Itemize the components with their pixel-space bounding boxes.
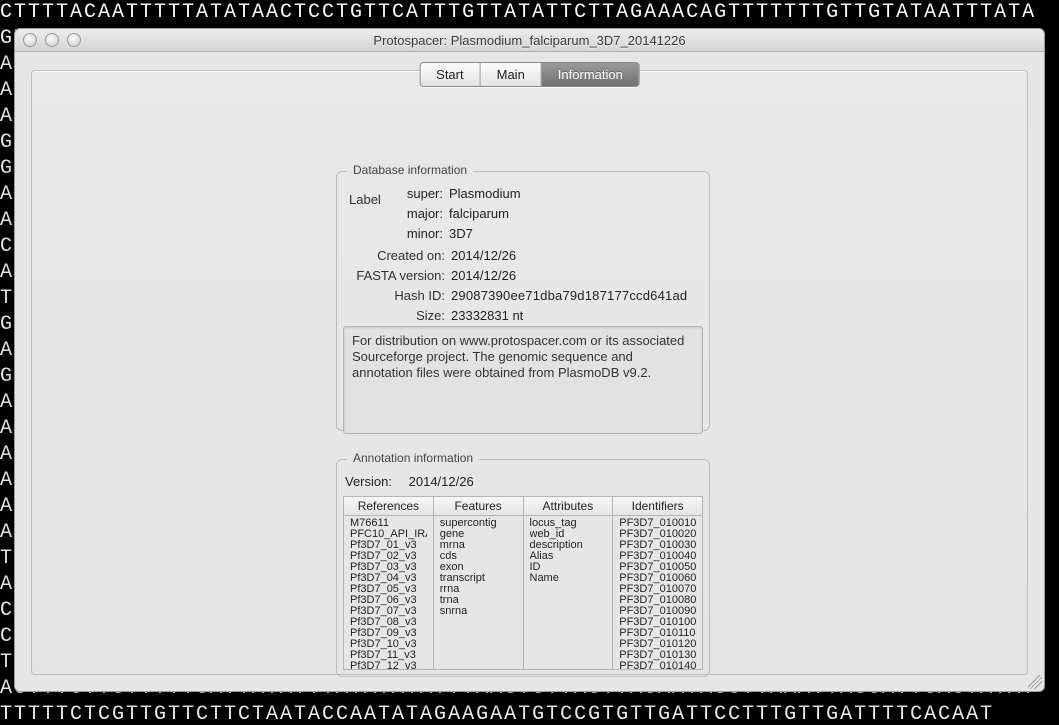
list-item[interactable]: transcript (440, 573, 517, 584)
window-titlebar[interactable]: Protospacer: Plasmodium_falciparum_3D7_2… (15, 29, 1044, 52)
list-item[interactable]: Pf3D7_09_v3 (350, 628, 427, 639)
list-item[interactable]: Name (530, 573, 607, 584)
created-key: Created on: (337, 248, 451, 263)
col-identifiers[interactable]: Identifiers PF3D7_0100100PF3D7_0100200PF… (613, 497, 702, 669)
super-value: Plasmodium (449, 186, 521, 201)
minor-value: 3D7 (449, 226, 521, 241)
close-icon[interactable] (23, 33, 37, 47)
list-item[interactable]: snrna (440, 606, 517, 617)
major-key: major: (391, 206, 449, 221)
list-item[interactable]: PF3D7_0100900 (619, 606, 696, 617)
head-references[interactable]: References (344, 497, 433, 516)
minimize-icon[interactable] (45, 33, 59, 47)
list-item[interactable]: Pf3D7_04_v3 (350, 573, 427, 584)
minor-key: minor: (391, 226, 449, 241)
window-title: Protospacer: Plasmodium_falciparum_3D7_2… (373, 33, 685, 48)
list-item[interactable]: PF3D7_0100500 (619, 562, 696, 573)
head-identifiers[interactable]: Identifiers (613, 497, 702, 516)
list-item[interactable]: Pf3D7_10_v3 (350, 639, 427, 650)
list-item[interactable]: Pf3D7_06_v3 (350, 595, 427, 606)
col-references[interactable]: References M76611PFC10_API_IRABPf3D7_01_… (344, 497, 434, 669)
list-item[interactable]: PF3D7_0100200 (619, 529, 696, 540)
list-item[interactable]: mrna (440, 540, 517, 551)
list-item[interactable]: PF3D7_0100600 (619, 573, 696, 584)
annotation-table: References M76611PFC10_API_IRABPf3D7_01_… (343, 496, 703, 670)
label-sublist: super:Plasmodium major:falciparum minor:… (391, 186, 521, 246)
fasta-key: FASTA version: (337, 268, 451, 283)
size-key: Size: (337, 308, 451, 323)
head-features[interactable]: Features (434, 497, 523, 516)
list-item[interactable]: supercontig (440, 518, 517, 529)
list-item[interactable]: trna (440, 595, 517, 606)
major-value: falciparum (449, 206, 521, 221)
database-description[interactable]: For distribution on www.protospacer.com … (343, 326, 703, 434)
tab-main[interactable]: Main (481, 63, 542, 86)
tab-strip: Start Main Information (419, 62, 640, 87)
tab-information[interactable]: Information (542, 63, 639, 86)
list-item[interactable]: Pf3D7_08_v3 (350, 617, 427, 628)
list-item[interactable]: PF3D7_0100400 (619, 551, 696, 562)
created-value: 2014/12/26 (451, 248, 697, 263)
list-item[interactable]: rrna (440, 584, 517, 595)
list-item[interactable]: web_id (530, 529, 607, 540)
annotation-info-legend: Annotation information (347, 451, 479, 465)
list-item[interactable]: Pf3D7_07_v3 (350, 606, 427, 617)
list-item[interactable]: M76611 (350, 518, 427, 529)
database-info-legend: Database information (347, 163, 473, 177)
anno-version-value: 2014/12/26 (409, 474, 474, 489)
database-info-group: Database information Label super:Plasmod… (336, 171, 710, 431)
fasta-value: 2014/12/26 (451, 268, 697, 283)
list-item[interactable]: ID (530, 562, 607, 573)
hash-value: 29087390ee71dba79d187177ccd641ad (451, 288, 697, 303)
window-content: Start Main Information Database informat… (15, 52, 1044, 691)
resize-grip-icon[interactable] (1028, 675, 1042, 689)
list-item[interactable]: PF3D7_0101100 (619, 628, 696, 639)
tab-start[interactable]: Start (420, 63, 480, 86)
list-item[interactable]: PF3D7_0100100 (619, 518, 696, 529)
body-references[interactable]: M76611PFC10_API_IRABPf3D7_01_v3Pf3D7_02_… (344, 516, 433, 669)
zoom-icon[interactable] (67, 33, 81, 47)
list-item[interactable]: exon (440, 562, 517, 573)
list-item[interactable]: cds (440, 551, 517, 562)
list-item[interactable]: description (530, 540, 607, 551)
window-controls (23, 33, 81, 47)
body-identifiers[interactable]: PF3D7_0100100PF3D7_0100200PF3D7_0100300P… (613, 516, 702, 669)
list-item[interactable]: PF3D7_0100300 (619, 540, 696, 551)
super-key: super: (391, 186, 449, 201)
col-features[interactable]: Features supercontiggenemrnacdsexontrans… (434, 497, 524, 669)
list-item[interactable]: Pf3D7_03_v3 (350, 562, 427, 573)
tab-panel: Database information Label super:Plasmod… (31, 70, 1028, 675)
list-item[interactable]: PF3D7_0101400 (619, 661, 696, 669)
list-item[interactable]: PF3D7_0101200 (619, 639, 696, 650)
size-value: 23332831 nt (451, 308, 697, 323)
body-features[interactable]: supercontiggenemrnacdsexontranscriptrrna… (434, 516, 523, 669)
label-caption: Label (349, 192, 381, 207)
list-item[interactable]: Pf3D7_12_v3 (350, 661, 427, 669)
list-item[interactable]: PF3D7_0100800 (619, 595, 696, 606)
list-item[interactable]: PF3D7_0100700 (619, 584, 696, 595)
list-item[interactable]: PF3D7_0101000 (619, 617, 696, 628)
list-item[interactable]: Pf3D7_01_v3 (350, 540, 427, 551)
annotation-info-group: Annotation information Version: 2014/12/… (336, 459, 710, 677)
list-item[interactable]: PF3D7_0101300 (619, 650, 696, 661)
list-item[interactable]: PFC10_API_IRAB (350, 529, 427, 540)
dna-row: CTTTTACAATTTTTATATAACTCCTGTTCATTTGTTATAT… (0, 0, 1059, 26)
col-attributes[interactable]: Attributes locus_tagweb_iddescriptionAli… (524, 497, 614, 669)
body-attributes[interactable]: locus_tagweb_iddescriptionAliasIDName (524, 516, 613, 669)
db-fields: Created on:2014/12/26 FASTA version:2014… (337, 248, 697, 328)
head-attributes[interactable]: Attributes (524, 497, 613, 516)
list-item[interactable]: locus_tag (530, 518, 607, 529)
list-item[interactable]: gene (440, 529, 517, 540)
list-item[interactable]: Pf3D7_02_v3 (350, 551, 427, 562)
app-window: Protospacer: Plasmodium_falciparum_3D7_2… (14, 28, 1045, 692)
list-item[interactable]: Pf3D7_11_v3 (350, 650, 427, 661)
anno-version-key: Version: (345, 474, 405, 489)
list-item[interactable]: Alias (530, 551, 607, 562)
hash-key: Hash ID: (337, 288, 451, 303)
list-item[interactable]: Pf3D7_05_v3 (350, 584, 427, 595)
dna-row: TTTTTCTCGTTGTTCTTCTAATACCAATATAGAAGAATGT… (0, 702, 1059, 725)
